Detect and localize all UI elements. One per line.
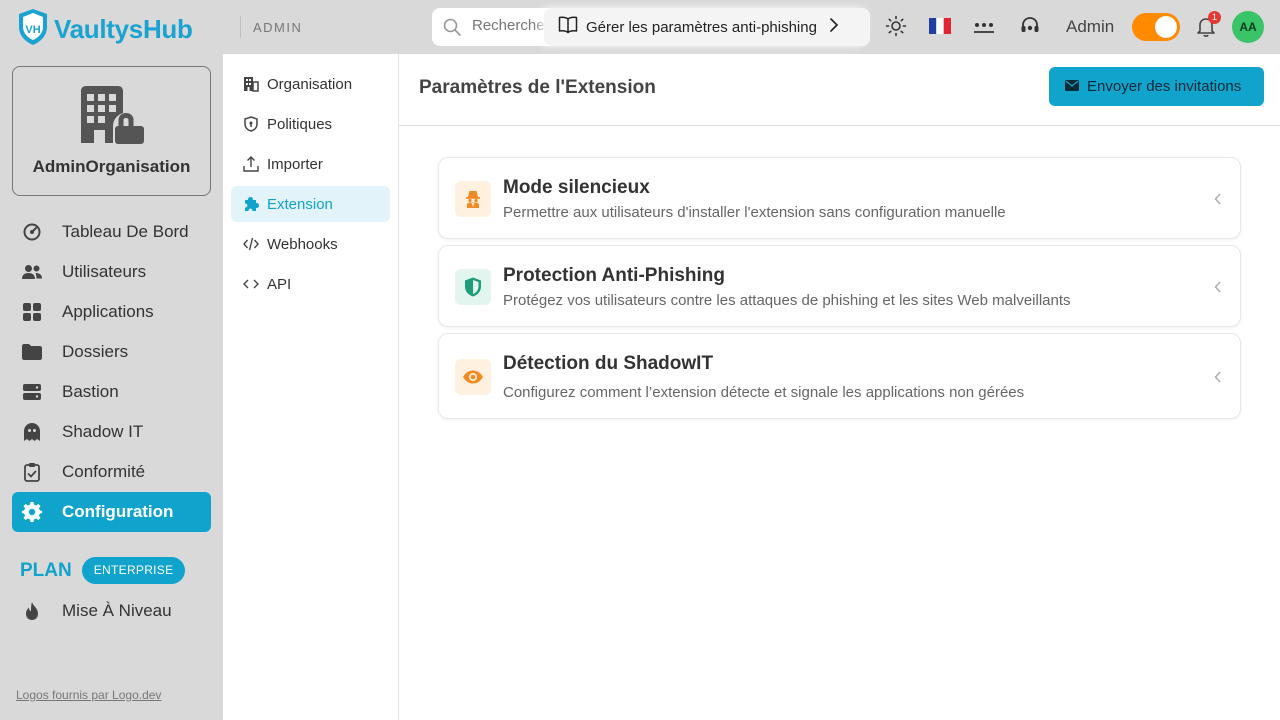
admin-mode-label: Admin (1066, 17, 1115, 36)
building-icon (243, 76, 259, 92)
sun-icon[interactable] (885, 15, 907, 42)
admin-mode-toggle[interactable] (1132, 13, 1180, 41)
user-avatar[interactable]: AA (1232, 11, 1264, 43)
brand-logo[interactable]: VH VaultysHub (16, 8, 193, 51)
plan-label: PLAN (20, 559, 72, 581)
shield-check-icon (455, 269, 491, 305)
subnav-item-policies[interactable]: Politiques (231, 106, 390, 142)
sidebar-item-dashboard[interactable]: Tableau De Bord (12, 212, 211, 252)
subnav-item-extension[interactable]: Extension (231, 186, 390, 222)
building-lock-icon (79, 85, 145, 150)
sidebar-item-users[interactable]: Utilisateurs (12, 252, 211, 292)
svg-text:VH: VH (25, 24, 40, 36)
subnav-item-label: Webhooks (267, 235, 338, 253)
sidebar-item-label: Shadow IT (62, 422, 144, 441)
card-title: Protection Anti-Phishing (503, 265, 726, 286)
sidebar-item-folders[interactable]: Dossiers (12, 332, 211, 372)
subnav-item-label: Importer (267, 155, 323, 173)
sidebar-item-label: Tableau De Bord (62, 222, 189, 241)
plan-badge: ENTERPRISE (81, 557, 186, 584)
incognito-icon (455, 181, 491, 217)
chevron-left-icon[interactable] (1214, 192, 1222, 210)
sidebar-item-bastion[interactable]: Bastion (12, 372, 211, 412)
setting-card-anti-phishing[interactable]: Protection Anti-Phishing Protégez vos ut… (438, 245, 1241, 327)
logo-dev-credit-link[interactable]: Logos fournis par Logo.dev (16, 688, 161, 702)
subnav-item-label: API (267, 275, 292, 293)
sidebar-item-applications[interactable]: Applications (12, 292, 211, 332)
toggle-knob (1155, 16, 1177, 38)
search-input[interactable] (472, 17, 552, 34)
chevron-left-icon[interactable] (1214, 280, 1222, 298)
upload-icon (243, 156, 259, 172)
brand-name: VaultysHub (54, 14, 193, 44)
sidebar-item-label: Dossiers (62, 342, 129, 361)
guide-pill[interactable]: Gérer les paramètres anti-phishing (544, 8, 870, 46)
code-slash-icon (243, 236, 259, 252)
subnav-item-webhooks[interactable]: Webhooks (231, 226, 390, 262)
apps-grid-icon (22, 302, 42, 322)
subnav-item-label: Extension (267, 195, 333, 213)
flame-icon (22, 601, 42, 621)
ghost-icon (22, 422, 42, 442)
sidebar-item-upgrade[interactable]: Mise À Niveau (12, 591, 211, 631)
subnav-item-organisation[interactable]: Organisation (231, 66, 390, 102)
send-invitations-label: Envoyer des invitations (1087, 78, 1242, 95)
sidebar-item-label: Conformité (62, 462, 146, 481)
eye-icon (455, 359, 491, 395)
send-invitations-button[interactable]: Envoyer des invitations (1049, 67, 1264, 106)
plan-row: PLAN ENTERPRISE (20, 557, 186, 584)
organisation-card[interactable]: AdminOrganisation (12, 66, 211, 196)
subnav-item-import[interactable]: Importer (231, 146, 390, 182)
setting-card-shadow-it-detection[interactable]: Détection du ShadowIT Configurez comment… (438, 333, 1241, 419)
sidebar-item-shadow-it[interactable]: Shadow IT (12, 412, 211, 452)
notification-badge: 1 (1208, 11, 1221, 24)
card-title: Mode silencieux (503, 177, 650, 198)
chevron-left-icon[interactable] (1214, 370, 1222, 388)
subnav-item-label: Organisation (267, 75, 353, 93)
sidebar-item-compliance[interactable]: Conformité (12, 452, 211, 492)
code-icon (243, 276, 259, 292)
header-divider (240, 16, 241, 38)
gear-icon (22, 502, 42, 522)
server-icon (22, 382, 42, 402)
upgrade-nav: Mise À Niveau (12, 591, 211, 631)
subnav-item-api[interactable]: API (231, 266, 390, 302)
sidebar-item-label: Bastion (62, 382, 119, 401)
shield-icon (243, 116, 259, 132)
envelope-icon (1065, 79, 1079, 94)
dashboard-icon (22, 222, 42, 242)
upgrade-label: Mise À Niveau (62, 601, 172, 620)
sidebar-item-label: Configuration (62, 502, 174, 521)
sidebar-item-configuration[interactable]: Configuration (12, 492, 211, 532)
main-nav: Tableau De Bord Utilisateurs Application… (12, 212, 211, 532)
card-title: Détection du ShadowIT (503, 353, 714, 374)
section-tag: ADMIN (253, 20, 303, 35)
chevron-right-icon (829, 17, 839, 37)
support-headset-icon[interactable] (1019, 15, 1041, 42)
card-description: Protégez vos utilisateurs contre les att… (503, 292, 1071, 309)
subnav-item-label: Politiques (267, 115, 333, 133)
setting-card-silent-mode[interactable]: Mode silencieux Permettre aux utilisateu… (438, 157, 1241, 239)
search-icon (442, 17, 462, 42)
guide-label: Gérer les paramètres anti-phishing (586, 18, 817, 36)
french-flag-icon[interactable] (929, 18, 951, 39)
puzzle-icon (243, 196, 259, 212)
sidebar-item-label: Utilisateurs (62, 262, 147, 281)
book-open-icon (558, 16, 578, 39)
folder-icon (22, 342, 42, 362)
page-title: Paramètres de l'Extension (419, 77, 656, 98)
configuration-subnav: Organisation Politiques Importer Extensi… (223, 54, 399, 720)
main-header: Paramètres de l'Extension Envoyer des in… (399, 54, 1280, 126)
sidebar: AdminOrganisation Tableau De Bord Utilis… (0, 54, 223, 720)
top-bar: VH VaultysHub ADMIN Gérer les paramètres… (0, 0, 1280, 54)
password-dots-icon[interactable] (973, 17, 995, 42)
vh-shield-icon: VH (16, 8, 50, 51)
card-description: Configurez comment l’extension détecte e… (503, 384, 1025, 401)
card-description: Permettre aux utilisateurs d'installer l… (503, 204, 1006, 221)
sidebar-item-label: Applications (62, 302, 154, 321)
clipboard-icon (22, 462, 42, 482)
organisation-name: AdminOrganisation (32, 157, 191, 176)
users-icon (22, 262, 42, 282)
